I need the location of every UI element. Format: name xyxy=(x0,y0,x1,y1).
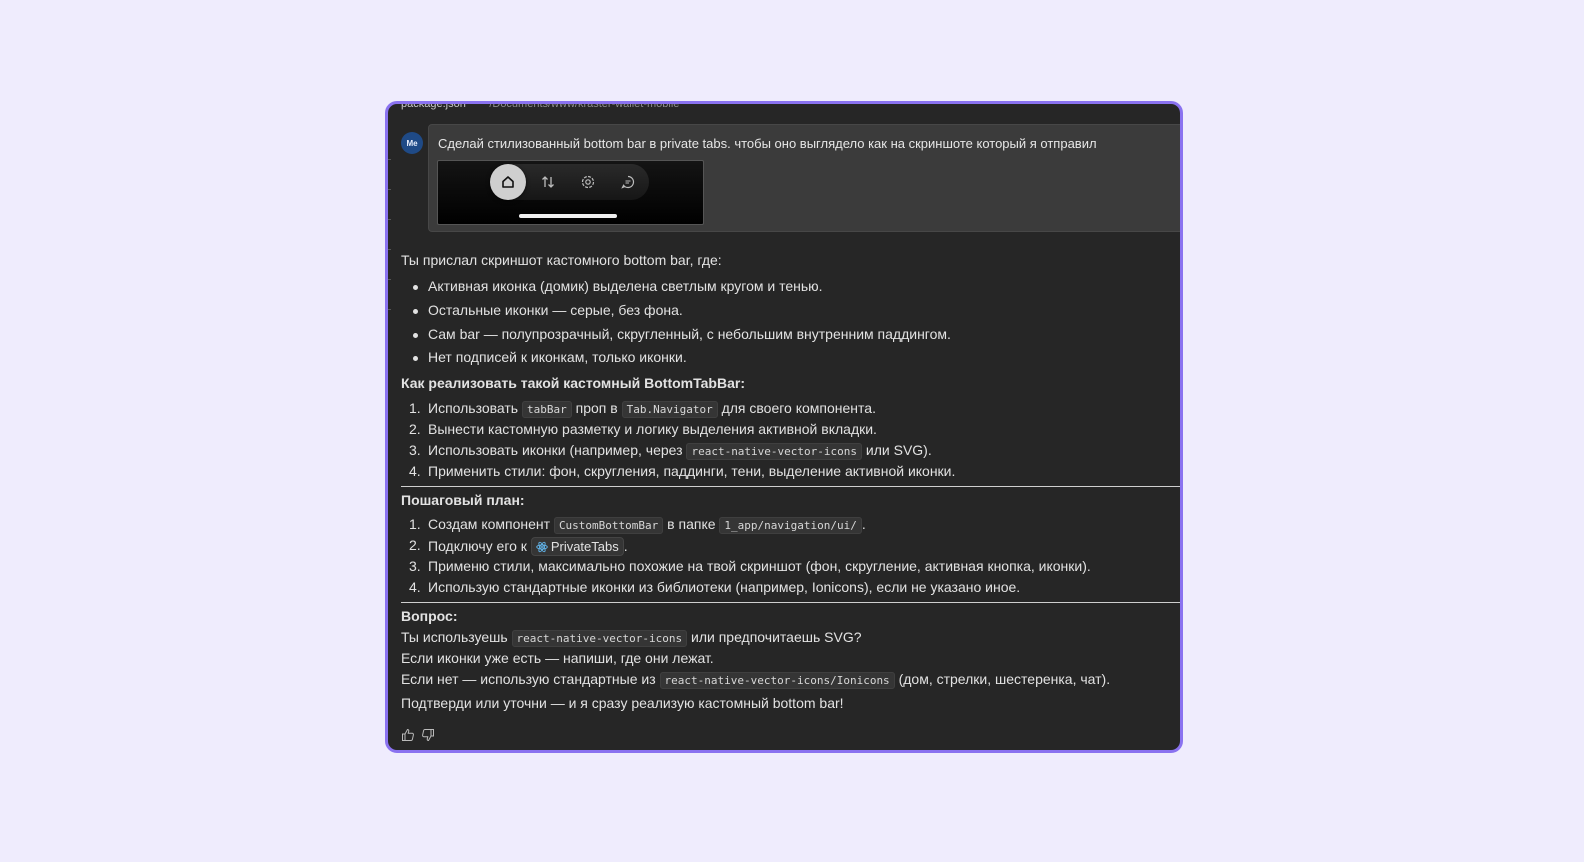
inline-code: react-native-vector-icons xyxy=(686,443,863,460)
thumbs-up-icon[interactable] xyxy=(401,728,415,742)
file-path: ~/Documents/www/kraster-wallet-mobile xyxy=(482,101,680,110)
question-heading: Вопрос: xyxy=(401,608,458,624)
user-message-text: Сделай стилизованный bottom bar в privat… xyxy=(438,136,1097,151)
inline-code: react-native-vector-icons xyxy=(511,630,688,647)
file-name[interactable]: package.json xyxy=(401,104,466,110)
how-heading: Как реализовать такой кастомный BottomTa… xyxy=(401,375,745,391)
home-indicator xyxy=(519,214,617,218)
response-intro: Ты прислал скриншот кастомного bottom ba… xyxy=(401,252,722,268)
home-icon xyxy=(490,164,526,200)
divider xyxy=(401,602,1180,603)
arrows-updown-icon xyxy=(530,164,566,200)
question-line: Ты используешь react-native-vector-icons… xyxy=(401,629,862,647)
inline-code: CustomBottomBar xyxy=(553,517,664,534)
question-line: Если нет — использую стандартные из reac… xyxy=(401,671,1111,689)
file-chip[interactable]: PrivateTabs xyxy=(530,537,624,556)
react-icon xyxy=(536,541,548,553)
inline-code: tabBar xyxy=(522,401,572,418)
inline-code: react-native-vector-icons/Ionicons xyxy=(659,672,895,689)
user-message[interactable]: Сделай стилизованный bottom bar в privat… xyxy=(428,124,1180,232)
feedback-bar xyxy=(401,728,435,742)
attached-screenshot[interactable] xyxy=(437,160,704,225)
closing-text: Подтверди или уточни — и я сразу реализу… xyxy=(401,695,844,711)
avatar: Me xyxy=(401,132,423,154)
question-line: Если иконки уже есть — напиши, где они л… xyxy=(401,650,714,666)
gear-icon xyxy=(570,164,606,200)
chat-window: package.json ~/Documents/www/kraster-wal… xyxy=(385,101,1183,753)
plan-heading: Пошаговый план: xyxy=(401,492,525,508)
divider xyxy=(401,486,1180,487)
chat-icon xyxy=(610,164,646,200)
bottom-bar-preview xyxy=(490,164,649,200)
inline-code: 1_app/navigation/ui/ xyxy=(719,517,862,534)
gutter-marks xyxy=(388,144,392,324)
thumbs-down-icon[interactable] xyxy=(421,728,435,742)
file-path-bar: package.json ~/Documents/www/kraster-wal… xyxy=(401,101,680,110)
inline-code: Tab.Navigator xyxy=(621,401,718,418)
